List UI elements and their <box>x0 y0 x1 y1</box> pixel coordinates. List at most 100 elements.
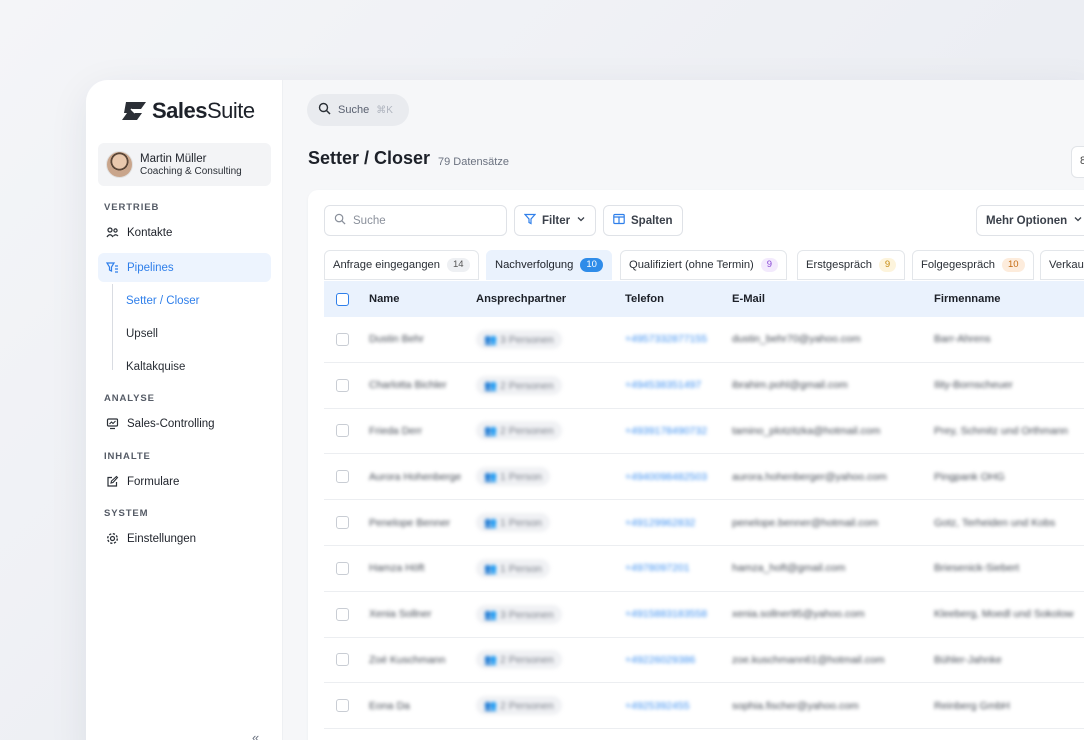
sidebar-item-einstellungen[interactable]: Einstellungen <box>98 524 271 553</box>
users-icon <box>106 226 119 239</box>
sidebar-item-kontakte[interactable]: Kontakte <box>98 218 271 247</box>
table-row[interactable]: Eona Da 👥 2 Personen +4925392455 sophia.… <box>324 683 1084 730</box>
sidebar-item-pipelines[interactable]: Pipelines <box>98 253 271 282</box>
more-options-button[interactable]: Mehr Optionen <box>976 205 1084 236</box>
section-system: SYSTEM <box>104 508 149 519</box>
cell-company: Ility-Bornscheuer <box>934 379 1013 392</box>
row-checkbox[interactable] <box>336 683 349 728</box>
table-row[interactable]: Dustin Behr 👥 3 Personen +4957332877155 … <box>324 317 1084 363</box>
tab-verkauf[interactable]: Verkau <box>1040 250 1084 280</box>
table-row[interactable]: Zoé Kuschmann 👥 2 Personen +49226029386 … <box>324 638 1084 684</box>
cell-email[interactable]: ibrahim.pohl@gmail.com <box>732 363 848 408</box>
tab-label: Verkau <box>1049 259 1084 271</box>
sidebar-item-formulare[interactable]: Formulare <box>98 467 271 496</box>
cell-name: Aurora Hohenberge <box>369 470 462 483</box>
sidebar: SalesSuite Martin Müller Coaching & Cons… <box>86 80 283 740</box>
cell-company: Reinberg GmbH <box>934 699 1010 712</box>
table-row[interactable]: Xenia Sollner 👥 3 Personen +491588318355… <box>324 592 1084 638</box>
table-row[interactable]: Penelope Benner 👥 1 Person +49129962832 … <box>324 500 1084 546</box>
tab-erstgespraech[interactable]: Erstgespräch 9 <box>797 250 906 280</box>
cell-contact: 👥 1 Person <box>476 454 551 499</box>
global-search-label: Suche <box>338 104 370 116</box>
row-checkbox[interactable] <box>336 454 349 499</box>
table-search-input[interactable]: Suche <box>324 205 507 236</box>
header-contact[interactable]: Ansprechpartner <box>476 281 566 317</box>
table-row[interactable]: Aurora Hohenberge 👥 1 Person +4940098482… <box>324 454 1084 501</box>
section-vertrieb: VERTRIEB <box>104 202 160 213</box>
cell-email[interactable]: xenia.sollner95@yahoo.com <box>732 592 865 637</box>
header-phone[interactable]: Telefon <box>625 281 664 317</box>
sidebar-subitem-upsell[interactable]: Upsell <box>126 328 158 340</box>
global-search-button[interactable]: Suche ⌘K <box>307 94 409 126</box>
cell-phone[interactable]: +4957332877155 <box>625 317 707 362</box>
filter-label: Filter <box>542 214 571 227</box>
cell-email[interactable]: tamino_plotzitzka@hotmail.com <box>732 409 880 454</box>
tab-qualifiziert[interactable]: Qualifiziert (ohne Termin) 9 <box>620 250 788 280</box>
sidebar-item-label: Pipelines <box>127 261 174 274</box>
user-profile[interactable]: Martin Müller Coaching & Consulting <box>98 143 271 186</box>
cell-contact: 👥 3 Personen <box>476 317 562 362</box>
contact-count-pill: 👥 3 Personen <box>476 329 562 349</box>
funnel-icon <box>523 213 537 228</box>
row-checkbox[interactable] <box>336 363 349 408</box>
cell-email[interactable]: dustin_behr70@yahoo.com <box>732 317 861 362</box>
row-checkbox[interactable] <box>336 317 349 362</box>
sidebar-item-label: Formulare <box>127 475 180 488</box>
cell-company: Gotz, Terheiden und Kobs <box>934 516 1056 529</box>
row-checkbox[interactable] <box>336 546 349 591</box>
columns-button[interactable]: Spalten <box>603 205 683 236</box>
tab-count-badge: 9 <box>760 258 779 272</box>
header-action-button[interactable]: 8 <box>1071 146 1084 178</box>
salessuite-logo-icon <box>122 102 146 120</box>
edit-icon <box>106 475 119 488</box>
brand-name: SalesSuite <box>152 98 255 123</box>
brand-logo[interactable]: SalesSuite <box>120 98 255 124</box>
sidebar-item-sales-controlling[interactable]: Sales-Controlling <box>98 409 271 438</box>
avatar <box>106 151 133 178</box>
sidebar-subitem-kaltakquise[interactable]: Kaltakquise <box>126 361 185 373</box>
cell-phone[interactable]: +494538351497 <box>625 363 701 408</box>
collapse-sidebar-button[interactable]: « <box>252 730 259 740</box>
tab-folgegespraech[interactable]: Folgegespräch 10 <box>912 250 1034 280</box>
cell-phone[interactable]: +4915883183558 <box>625 592 707 637</box>
row-checkbox[interactable] <box>336 592 349 637</box>
table-body: Dustin Behr 👥 3 Personen +4957332877155 … <box>324 317 1084 730</box>
cell-email[interactable]: hamza_hoft@gmail.com <box>732 546 845 591</box>
cell-email[interactable]: penelope.benner@hotmail.com <box>732 500 878 545</box>
header-company[interactable]: Firmenname <box>934 281 1001 317</box>
header-email[interactable]: E-Mail <box>732 281 765 317</box>
row-checkbox[interactable] <box>336 638 349 683</box>
section-analyse: ANALYSE <box>104 393 155 404</box>
chevron-down-icon <box>576 214 586 227</box>
tab-label: Anfrage eingegangen <box>333 259 440 271</box>
select-all-checkbox[interactable] <box>336 281 349 317</box>
table-row[interactable]: Hamza Höft 👥 1 Person +4978097201 hamza_… <box>324 546 1084 592</box>
table-card: Suche Filter Spalten Mehr Optionen Anfra… <box>308 190 1084 740</box>
sidebar-subitem-setter-closer[interactable]: Setter / Closer <box>126 295 200 307</box>
filter-list-icon <box>106 261 119 274</box>
row-checkbox[interactable] <box>336 409 349 454</box>
filter-button[interactable]: Filter <box>514 205 597 236</box>
header-name[interactable]: Name <box>369 281 399 317</box>
cell-email[interactable]: zoe.kuschmann61@hotmail.com <box>732 638 884 683</box>
search-icon <box>334 213 346 228</box>
contact-count-pill: 👥 3 Personen <box>476 604 562 624</box>
cell-phone[interactable]: +4978097201 <box>625 546 690 591</box>
cell-phone[interactable]: +4940098482503 <box>625 454 707 499</box>
table-row[interactable]: Frieda Derr 👥 2 Personen +4939178490732 … <box>324 409 1084 455</box>
cell-contact: 👥 2 Personen <box>476 638 562 683</box>
contact-count-pill: 👥 2 Personen <box>476 421 562 441</box>
row-checkbox[interactable] <box>336 500 349 545</box>
cell-phone[interactable]: +4925392455 <box>625 683 690 728</box>
table-row[interactable]: Charlotta Bichler 👥 2 Personen +49453835… <box>324 363 1084 409</box>
cell-email[interactable]: aurora.hohenberger@yahoo.com <box>732 454 887 499</box>
submenu-line <box>112 284 113 370</box>
cell-phone[interactable]: +4939178490732 <box>625 409 707 454</box>
tab-nachverfolgung[interactable]: Nachverfolgung 10 <box>486 250 612 280</box>
sidebar-item-label: Einstellungen <box>127 532 197 545</box>
cell-phone[interactable]: +49226029386 <box>625 638 695 683</box>
cell-company: Kleeberg, Moedl und Sokolow <box>934 608 1074 621</box>
tab-anfrage-eingegangen[interactable]: Anfrage eingegangen 14 <box>324 250 479 280</box>
cell-phone[interactable]: +49129962832 <box>625 500 695 545</box>
cell-email[interactable]: sophia.fischer@yahoo.com <box>732 683 859 728</box>
